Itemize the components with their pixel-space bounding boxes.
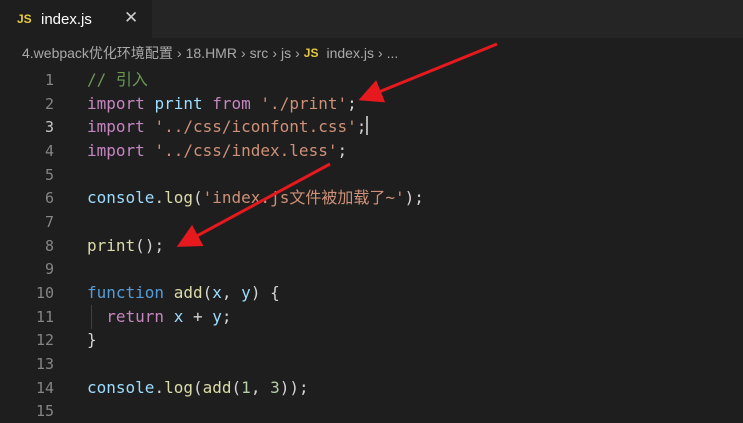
chevron-right-icon: ›: [377, 45, 383, 61]
breadcrumb-folder[interactable]: js: [281, 45, 291, 61]
chevron-right-icon: ›: [240, 45, 246, 61]
close-icon[interactable]: ✕: [124, 8, 138, 28]
line-number: 1: [44, 71, 54, 89]
breadcrumb-file[interactable]: index.js: [326, 45, 373, 61]
code-line[interactable]: 5: [0, 163, 743, 187]
code-line[interactable]: 9: [0, 257, 743, 281]
code-line[interactable]: 15: [0, 399, 743, 423]
line-number: 13: [35, 355, 54, 373]
code-text: return x + y;: [106, 307, 232, 326]
chevron-right-icon: ›: [272, 45, 277, 61]
code-text: import '../css/iconfont.css';: [87, 116, 369, 136]
line-number: 9: [44, 260, 54, 278]
line-number: 7: [44, 213, 54, 231]
breadcrumb-folder[interactable]: 18.HMR: [186, 45, 237, 61]
line-number: 10: [35, 284, 54, 302]
breadcrumb-folder[interactable]: src: [250, 45, 269, 61]
tab-label: index.js: [41, 10, 92, 28]
code-text: // 引入: [87, 70, 148, 89]
chevron-right-icon: ›: [176, 45, 182, 61]
js-file-icon: JS: [303, 46, 319, 60]
code-line[interactable]: 2 import print from './print';: [0, 92, 743, 116]
code-line[interactable]: 13: [0, 352, 743, 376]
line-number: 5: [44, 166, 54, 184]
text-cursor: [366, 116, 369, 135]
code-line[interactable]: 11 return x + y;: [0, 305, 743, 329]
code-text: console.log('index.js文件被加载了~');: [87, 188, 424, 207]
code-text: console.log(add(1, 3));: [87, 378, 309, 397]
line-number: 15: [35, 402, 54, 420]
line-number: 8: [44, 237, 54, 255]
code-line[interactable]: 7: [0, 210, 743, 234]
code-line[interactable]: 8 print();: [0, 234, 743, 258]
breadcrumb-more[interactable]: ...: [387, 45, 399, 61]
chevron-right-icon: ›: [295, 45, 300, 61]
code-line[interactable]: 14 console.log(add(1, 3));: [0, 376, 743, 400]
code-line[interactable]: 3 import '../css/iconfont.css';: [0, 115, 743, 139]
code-editor[interactable]: 1 // 引入 2 import print from './print'; 3…: [0, 68, 743, 420]
code-text: import '../css/index.less';: [87, 141, 348, 160]
code-line[interactable]: 10 function add(x, y) {: [0, 281, 743, 305]
line-number: 3: [44, 118, 54, 136]
js-file-icon: JS: [17, 12, 32, 26]
line-number: 4: [44, 142, 54, 160]
tab-bar: JS index.js ✕: [0, 0, 743, 38]
code-line[interactable]: 1 // 引入: [0, 68, 743, 92]
breadcrumb: 4.webpack优化环境配置 › 18.HMR › src › js › JS…: [0, 38, 743, 68]
code-text: print();: [87, 236, 165, 255]
code-line[interactable]: 4 import '../css/index.less';: [0, 139, 743, 163]
code-text: }: [87, 330, 97, 349]
line-number: 11: [35, 308, 54, 326]
code-text: function add(x, y) {: [87, 283, 280, 302]
tab-index-js[interactable]: JS index.js ✕: [0, 0, 152, 38]
code-line[interactable]: 12 }: [0, 328, 743, 352]
code-text: import print from './print';: [87, 94, 357, 113]
line-number: 2: [44, 95, 54, 113]
breadcrumb-folder[interactable]: 4.webpack优化环境配置: [22, 43, 173, 63]
code-line[interactable]: 6 console.log('index.js文件被加载了~');: [0, 186, 743, 210]
line-number: 6: [44, 189, 54, 207]
line-number: 12: [35, 331, 54, 349]
line-number: 14: [35, 379, 54, 397]
